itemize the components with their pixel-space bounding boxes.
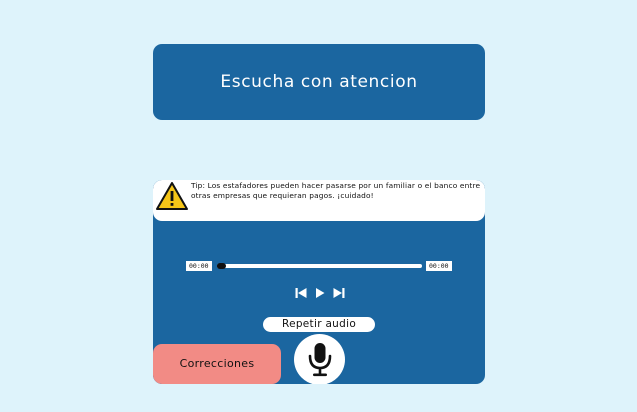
page-title: Escucha con atencion [220, 72, 418, 92]
warning-icon [156, 182, 188, 210]
playback-controls [294, 286, 346, 300]
play-button[interactable] [313, 286, 327, 300]
skip-back-icon [295, 288, 307, 298]
skip-forward-icon [333, 288, 345, 298]
app-screen: Escucha con atencion Tip: Los estafadore… [0, 0, 637, 412]
progress-knob[interactable] [217, 263, 226, 269]
microphone-button[interactable] [294, 334, 345, 384]
tip-box: Tip: Los estafadores pueden hacer pasars… [153, 180, 485, 221]
play-icon [316, 288, 325, 298]
previous-button[interactable] [294, 286, 308, 300]
progress-track[interactable] [217, 263, 422, 269]
next-button[interactable] [332, 286, 346, 300]
current-time: 00:00 [186, 261, 212, 271]
repeat-audio-button[interactable]: Repetir audio [263, 317, 375, 332]
corrections-button[interactable]: Correcciones [153, 344, 281, 384]
microphone-icon [308, 342, 331, 376]
listening-panel: Tip: Los estafadores pueden hacer pasars… [153, 180, 485, 384]
total-time: 00:00 [426, 261, 452, 271]
header-banner: Escucha con atencion [153, 44, 485, 120]
tip-text: Tip: Los estafadores pueden hacer pasars… [191, 181, 481, 201]
